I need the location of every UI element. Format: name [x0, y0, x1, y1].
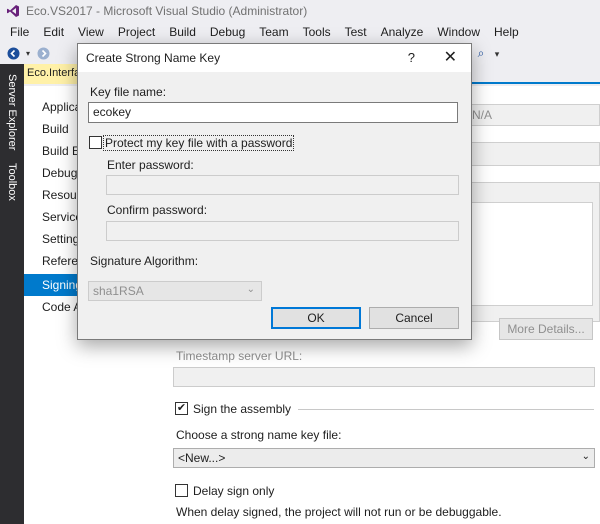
menu-test[interactable]: Test: [338, 25, 374, 39]
forward-icon[interactable]: [36, 46, 50, 60]
delay-sign-checkbox[interactable]: [175, 484, 188, 497]
chevron-down-icon: ⌄: [246, 284, 255, 295]
create-strong-name-key-dialog: Create Strong Name Key ? ✕ Key file name…: [77, 43, 472, 340]
help-icon[interactable]: ?: [408, 44, 415, 72]
timestamp-label: Timestamp server URL:: [176, 349, 303, 363]
window-title: Eco.VS2017 - Microsoft Visual Studio (Ad…: [26, 4, 308, 18]
choose-key-label: Choose a strong name key file:: [176, 428, 342, 442]
cancel-button[interactable]: Cancel: [369, 307, 459, 329]
menu-tools[interactable]: Tools: [296, 25, 338, 39]
menu-project[interactable]: Project: [111, 25, 162, 39]
key-file-name-input[interactable]: ecokey: [88, 102, 458, 123]
tool-window-rail: Server Explorer Toolbox: [0, 64, 24, 524]
server-explorer-tab[interactable]: Server Explorer: [0, 70, 24, 154]
menu-view[interactable]: View: [71, 25, 111, 39]
enter-password-label: Enter password:: [107, 158, 194, 172]
menu-help[interactable]: Help: [487, 25, 526, 39]
search-icon[interactable]: ⌕: [474, 46, 488, 60]
confirm-password-input[interactable]: [106, 221, 459, 241]
menu-team[interactable]: Team: [252, 25, 295, 39]
sign-assembly-separator: [298, 409, 594, 410]
back-dropdown-icon[interactable]: ▾: [24, 46, 32, 60]
dialog-title: Create Strong Name Key: [86, 51, 221, 65]
document-tab[interactable]: Eco.Interfa: [24, 64, 82, 84]
sign-assembly-checkbox[interactable]: ✔: [175, 402, 188, 415]
menu-build[interactable]: Build: [162, 25, 203, 39]
signature-algorithm-select[interactable]: sha1RSA ⌄: [88, 281, 262, 301]
more-details-button[interactable]: More Details...: [499, 318, 593, 340]
key-file-select-value: <New...>: [178, 451, 226, 465]
key-file-name-label: Key file name:: [90, 85, 167, 99]
signature-algorithm-label: Signature Algorithm:: [90, 254, 199, 268]
close-icon[interactable]: ✕: [444, 44, 457, 72]
timestamp-input[interactable]: [173, 367, 595, 387]
protect-password-checkbox[interactable]: [89, 136, 102, 149]
signature-algorithm-value: sha1RSA: [93, 284, 144, 298]
enter-password-input[interactable]: [106, 175, 459, 195]
menu-analyze[interactable]: Analyze: [374, 25, 431, 39]
menu-file[interactable]: File: [3, 25, 36, 39]
menu-window[interactable]: Window: [430, 25, 487, 39]
title-bar: Eco.VS2017 - Microsoft Visual Studio (Ad…: [0, 0, 600, 22]
protect-password-label[interactable]: Protect my key file with a password: [103, 135, 295, 151]
visual-studio-logo-icon: [7, 5, 19, 17]
delay-sign-note: When delay signed, the project will not …: [176, 505, 502, 519]
menu-debug[interactable]: Debug: [203, 25, 252, 39]
menu-edit[interactable]: Edit: [36, 25, 71, 39]
certificate-combo-value: N/A: [472, 108, 493, 122]
back-icon[interactable]: [6, 46, 20, 60]
key-file-name-value: ecokey: [93, 105, 132, 119]
key-file-select[interactable]: <New...> ⌄: [173, 448, 595, 468]
toolbox-tab[interactable]: Toolbox: [0, 160, 24, 204]
confirm-password-label: Confirm password:: [107, 203, 208, 217]
chevron-down-icon: ⌄: [581, 451, 590, 462]
delay-sign-label: Delay sign only: [193, 484, 275, 498]
overflow-dropdown-icon[interactable]: ▾: [490, 47, 504, 61]
sign-assembly-label: Sign the assembly: [193, 402, 292, 416]
menu-bar: File Edit View Project Build Debug Team …: [0, 22, 600, 42]
ok-button[interactable]: OK: [271, 307, 361, 329]
